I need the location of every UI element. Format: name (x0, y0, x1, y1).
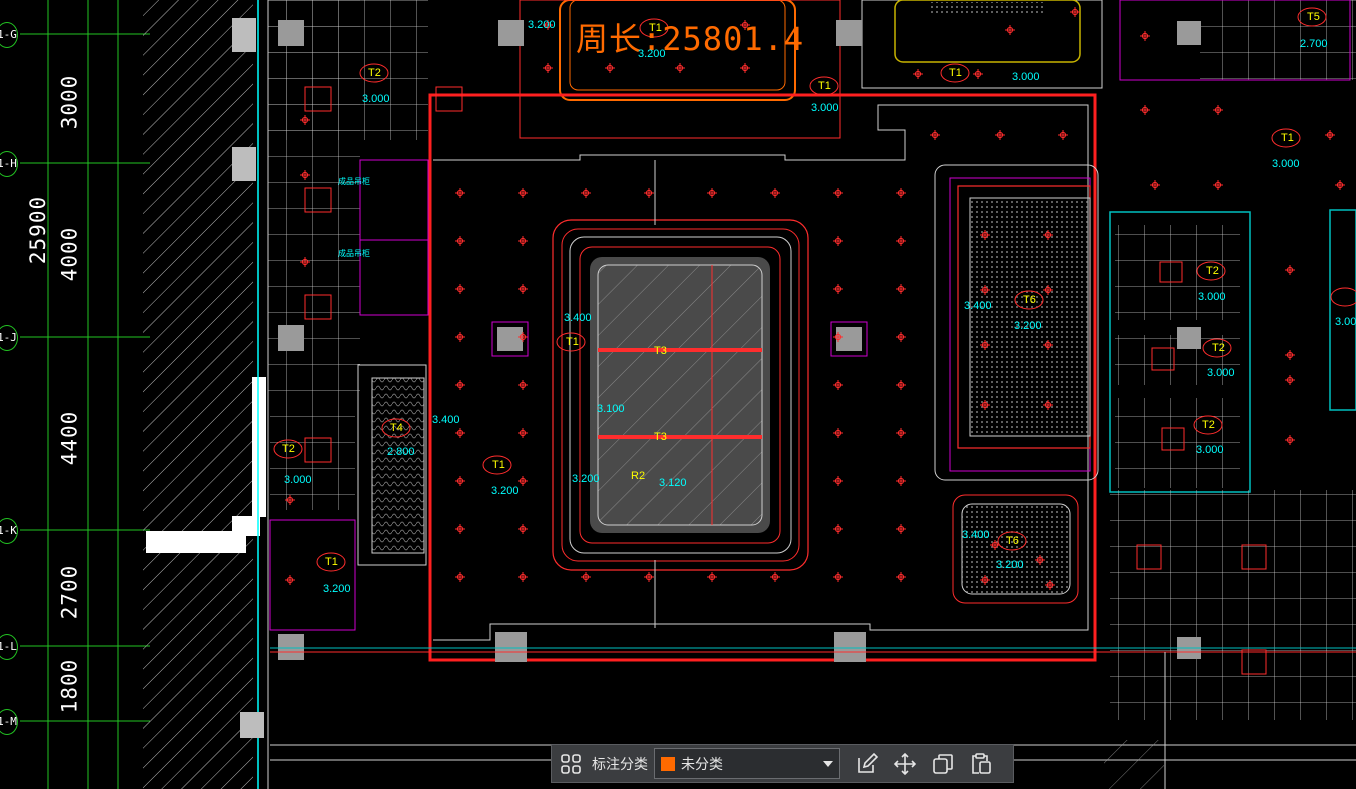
room-tag: T3 (654, 431, 667, 443)
annotation-category-select[interactable]: 未分类 (654, 748, 840, 779)
wall-hatch (143, 0, 253, 789)
room-tag: T4 (390, 422, 403, 434)
room-tag: T1 (818, 80, 831, 92)
elevation-label: 3.200 (996, 559, 1024, 571)
elevation-label: 3.200 (1014, 320, 1042, 332)
dimension-4000: 4000 (57, 226, 82, 282)
elevation-label: 3.000 (1335, 316, 1356, 328)
room-tag: R2 (631, 470, 646, 482)
chevron-down-icon (823, 760, 833, 767)
elevation-label: 3.200 (491, 485, 519, 497)
elevation-label: 3.000 (1196, 444, 1224, 456)
room-tag: T2 (282, 443, 295, 455)
elevation-label: 3.400 (432, 414, 460, 426)
elevation-label: 3.200 (638, 48, 666, 60)
elevation-label: 3.000 (1207, 367, 1235, 379)
room-tag: T2 (1212, 342, 1225, 354)
perimeter-text: 周长:25801.4 (576, 20, 805, 58)
room-tag: T3 (654, 345, 667, 357)
cabinet-note: 成品吊柜 (338, 249, 370, 258)
elevation-label: 3.000 (362, 93, 390, 105)
elevation-label: 3.200 (572, 473, 600, 485)
room-tag: T1 (949, 67, 962, 79)
cad-drawing-canvas[interactable] (0, 0, 1356, 789)
elevation-label: 2.800 (387, 446, 415, 458)
paste-icon[interactable] (962, 745, 1000, 782)
move-icon[interactable] (886, 745, 924, 782)
room-tag: T6 (1023, 294, 1036, 306)
cabinet-note: 成品吊柜 (338, 177, 370, 186)
room-tag: T5 (1307, 11, 1320, 23)
room-tag: T1 (325, 556, 338, 568)
annotation-toolbar: 标注分类 未分类 (551, 744, 1014, 783)
room-tag: T2 (1202, 419, 1215, 431)
elevation-label: 3.000 (1012, 71, 1040, 83)
annotation-category-label: 标注分类 (592, 756, 648, 773)
copy-icon[interactable] (924, 745, 962, 782)
dimension-1800: 1800 (57, 658, 82, 714)
elevation-label: 3.000 (811, 102, 839, 114)
dimension-2700: 2700 (57, 564, 82, 620)
elevation-label: 3.000 (284, 474, 312, 486)
elevation-label: 3.000 (1272, 158, 1300, 170)
elevation-label: 3.100 (597, 403, 625, 415)
elevation-label: 3.400 (962, 529, 990, 541)
dimension-4400: 4400 (57, 410, 82, 466)
elevation-label: 3.000 (1198, 291, 1226, 303)
room-tag: T1 (492, 459, 505, 471)
elevation-label: 3.400 (564, 312, 592, 324)
room-tag: T1 (566, 336, 579, 348)
elevation-label: 3.200 (323, 583, 351, 595)
room-tag: T2 (1206, 265, 1219, 277)
room-tag: T1 (1281, 132, 1294, 144)
axis-grid (20, 0, 150, 789)
room-tag: T1 (649, 22, 662, 34)
wall-opening (146, 531, 246, 553)
elevation-label: 2.700 (1300, 38, 1328, 50)
elevation-label: 3.400 (964, 300, 992, 312)
room-tag: T2 (368, 67, 381, 79)
dimension-25900: 25900 (26, 195, 51, 265)
category-color-swatch (661, 756, 675, 771)
edit-icon[interactable] (848, 745, 886, 782)
category-select-value: 未分类 (681, 756, 723, 773)
dimension-3000: 3000 (57, 74, 82, 130)
tag-ellipse (1330, 287, 1356, 307)
room-tag: T6 (1006, 535, 1019, 547)
elevation-label: 3.200 (528, 19, 556, 31)
grid-icon[interactable] (552, 745, 590, 782)
elevation-label: 3.120 (659, 477, 687, 489)
